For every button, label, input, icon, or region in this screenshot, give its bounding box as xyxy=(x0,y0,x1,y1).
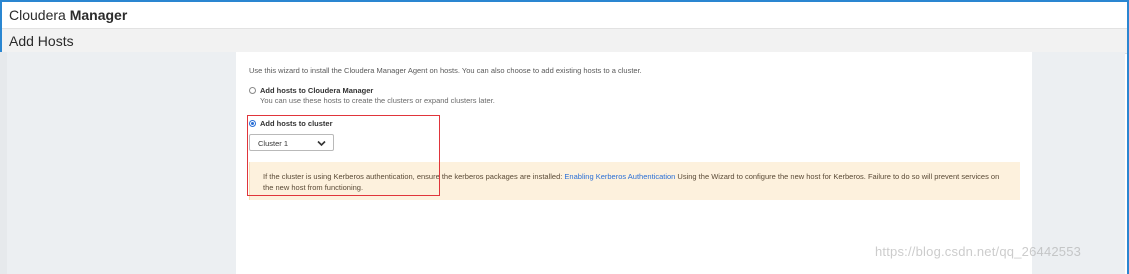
left-gutter xyxy=(0,52,7,274)
page-title-bar: Add Hosts xyxy=(2,29,1127,54)
option-description: You can use these hosts to create the cl… xyxy=(260,96,495,105)
page-title: Add Hosts xyxy=(9,33,74,49)
option-label[interactable]: Add hosts to Cloudera Manager xyxy=(260,86,373,95)
brand-name: Cloudera xyxy=(9,7,70,23)
wizard-intro-text: Use this wizard to install the Cloudera … xyxy=(249,66,642,75)
watermark: https://blog.csdn.net/qq_26442553 xyxy=(875,244,1082,259)
radio-add-hosts-to-manager[interactable] xyxy=(249,87,256,94)
brand-header: Cloudera Manager xyxy=(2,2,1127,29)
kerberos-docs-link[interactable]: Enabling Kerberos Authentication xyxy=(564,172,675,181)
annotation-highlight-box xyxy=(247,115,440,196)
brand-product: Manager xyxy=(69,7,128,23)
